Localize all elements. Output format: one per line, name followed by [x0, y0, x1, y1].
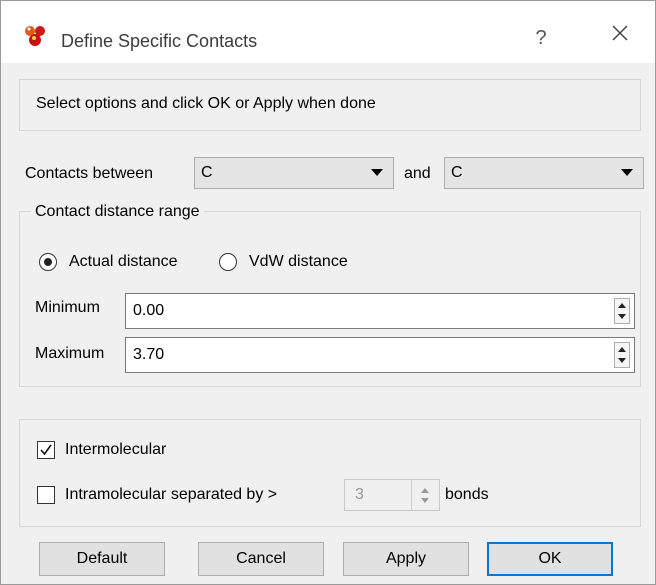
first-atom-select[interactable]: C — [194, 157, 394, 189]
maximum-value: 3.70 — [133, 346, 165, 363]
minimum-label: Minimum — [35, 299, 100, 316]
stepper-down-icon — [421, 498, 429, 503]
stepper-up-icon — [618, 303, 626, 308]
cancel-button[interactable]: Cancel — [198, 542, 324, 576]
molecular-options-panel — [19, 419, 641, 527]
spin-separator — [411, 480, 412, 510]
define-specific-contacts-dialog: Define Specific Contacts ? Select option… — [0, 0, 656, 585]
instruction-text: Select options and click OK or Apply whe… — [36, 95, 376, 112]
ok-button[interactable]: OK — [487, 542, 613, 576]
stepper-up-icon — [618, 347, 626, 352]
window-title: Define Specific Contacts — [61, 31, 258, 51]
chevron-down-icon — [371, 169, 383, 176]
and-label: and — [404, 165, 431, 182]
title-bar: Define Specific Contacts ? — [1, 1, 655, 63]
maximum-spinbox[interactable]: 3.70 — [125, 337, 635, 373]
help-button[interactable]: ? — [529, 23, 553, 53]
intramolecular-label: Intramolecular separated by > — [65, 486, 278, 503]
stepper-up-icon — [421, 488, 429, 493]
minimum-spinbox[interactable]: 0.00 — [125, 293, 635, 329]
actual-distance-label: Actual distance — [69, 253, 178, 270]
first-atom-value: C — [201, 164, 213, 181]
maximum-label: Maximum — [35, 345, 105, 362]
group-title: Contact distance range — [31, 203, 204, 221]
bonds-value: 3 — [355, 486, 364, 503]
second-atom-value: C — [451, 164, 463, 181]
checkmark-icon — [40, 444, 52, 456]
default-button[interactable]: Default — [39, 542, 165, 576]
minimum-value: 0.00 — [133, 302, 165, 319]
contacts-between-label: Contacts between — [25, 165, 154, 182]
intermolecular-checkbox[interactable] — [37, 441, 55, 459]
chevron-down-icon — [621, 169, 633, 176]
close-button[interactable] — [605, 23, 635, 53]
instruction-panel: Select options and click OK or Apply whe… — [19, 79, 641, 131]
vdw-distance-radio[interactable] — [219, 253, 237, 271]
second-atom-select[interactable]: C — [444, 157, 644, 189]
maximum-stepper[interactable] — [614, 342, 630, 368]
stepper-down-icon — [618, 314, 626, 319]
bonds-label: bonds — [445, 486, 489, 503]
intermolecular-label: Intermolecular — [65, 441, 167, 458]
molecule-app-icon — [23, 25, 47, 47]
intramolecular-checkbox[interactable] — [37, 486, 55, 504]
actual-distance-radio[interactable] — [39, 253, 57, 271]
apply-button[interactable]: Apply — [343, 542, 469, 576]
minimum-stepper[interactable] — [614, 298, 630, 324]
bonds-spinbox[interactable]: 3 — [344, 479, 440, 511]
vdw-distance-label: VdW distance — [249, 253, 348, 270]
close-icon — [612, 25, 628, 41]
stepper-down-icon — [618, 358, 626, 363]
